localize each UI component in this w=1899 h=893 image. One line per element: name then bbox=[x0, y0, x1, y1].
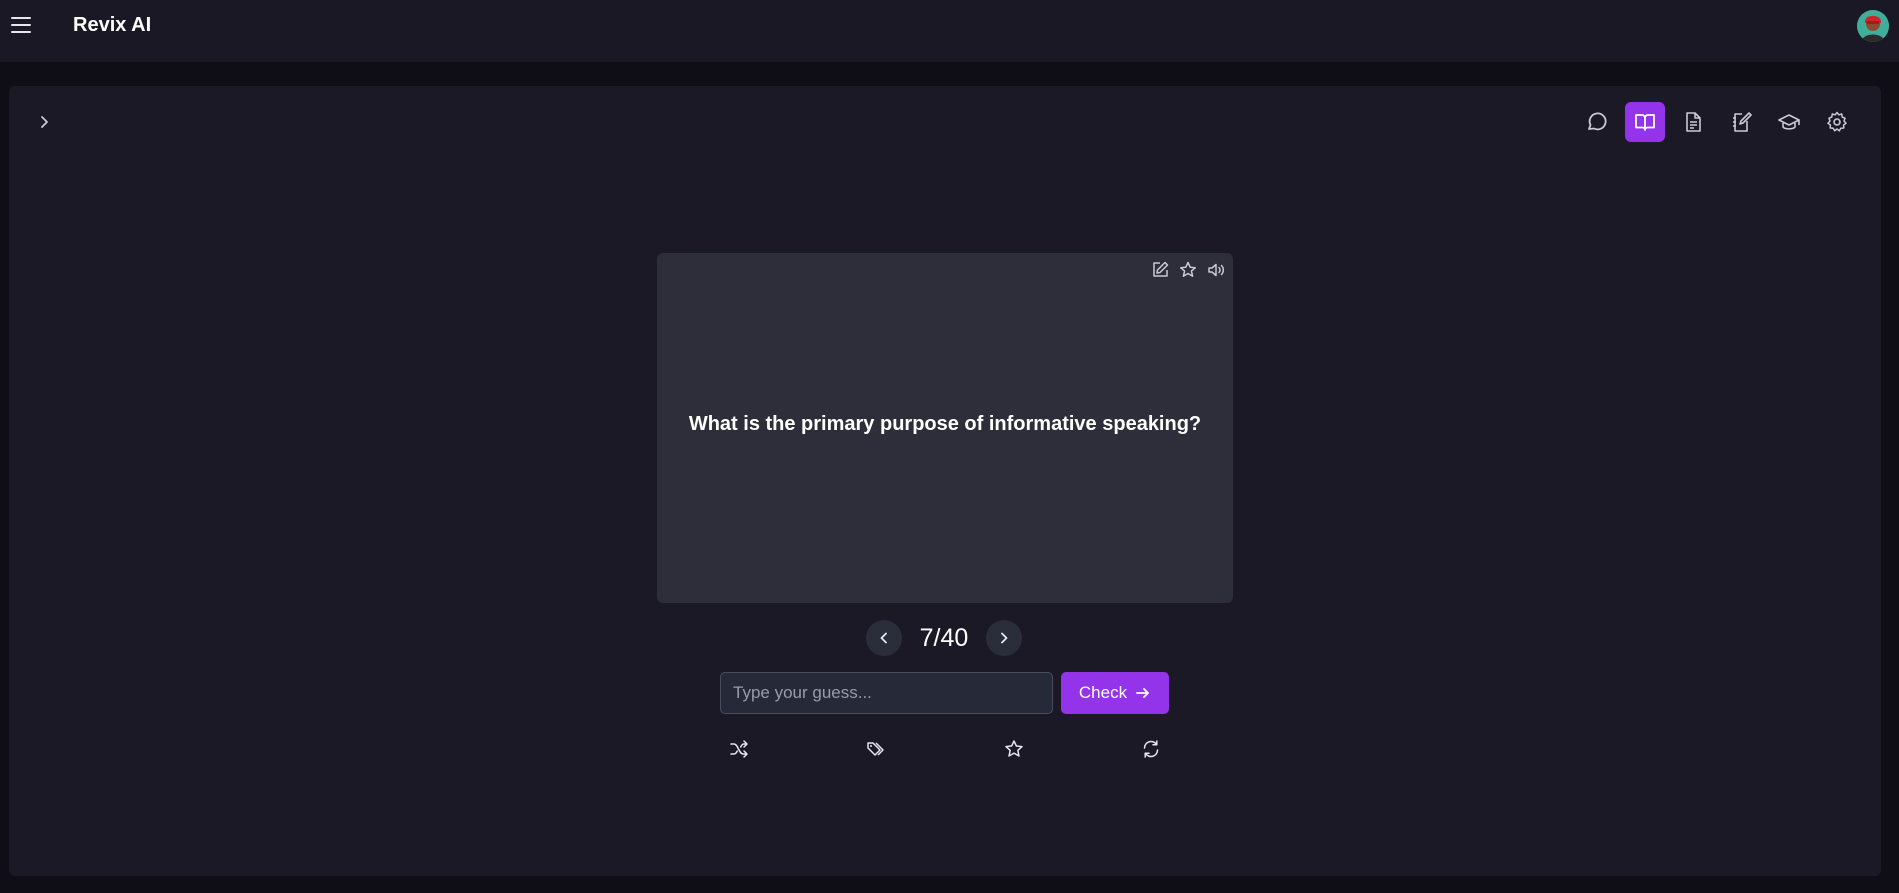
edit-icon[interactable] bbox=[1149, 259, 1171, 281]
view-toolbar bbox=[1577, 102, 1857, 142]
chevron-left-icon bbox=[880, 632, 887, 644]
speaker-icon[interactable] bbox=[1205, 259, 1227, 281]
flashcard[interactable]: What is the primary purpose of informati… bbox=[657, 253, 1233, 603]
guess-input[interactable] bbox=[720, 672, 1053, 714]
expand-sidebar-chevron-icon[interactable] bbox=[33, 111, 55, 133]
refresh-icon[interactable] bbox=[1139, 737, 1163, 761]
check-button-label: Check bbox=[1078, 683, 1128, 702]
graduation-cap-icon[interactable] bbox=[1769, 102, 1809, 142]
app-title: Revix AI bbox=[73, 14, 152, 36]
star-icon[interactable] bbox=[1177, 259, 1199, 281]
arrow-right-icon bbox=[1136, 688, 1149, 698]
chevron-right-icon bbox=[1001, 632, 1008, 644]
chat-bubble-icon[interactable] bbox=[1577, 102, 1617, 142]
flashcard-question: What is the primary purpose of informati… bbox=[688, 413, 1202, 435]
hamburger-menu-icon[interactable] bbox=[10, 14, 32, 36]
card-actions bbox=[1149, 259, 1227, 281]
tags-icon[interactable] bbox=[864, 737, 888, 761]
top-bar: Revix AI bbox=[0, 0, 1899, 62]
star-icon[interactable] bbox=[1002, 737, 1026, 761]
document-icon[interactable] bbox=[1673, 102, 1713, 142]
card-counter: 7/40 bbox=[919, 623, 969, 652]
shuffle-icon[interactable] bbox=[727, 737, 751, 761]
gear-icon[interactable] bbox=[1817, 102, 1857, 142]
previous-card-button[interactable] bbox=[866, 620, 902, 656]
user-avatar[interactable] bbox=[1857, 10, 1889, 42]
notebook-edit-icon[interactable] bbox=[1721, 102, 1761, 142]
card-pager: 7/40 bbox=[866, 620, 1022, 656]
next-card-button[interactable] bbox=[986, 620, 1022, 656]
open-book-icon[interactable] bbox=[1625, 102, 1665, 142]
check-button[interactable]: Check bbox=[1061, 672, 1169, 714]
